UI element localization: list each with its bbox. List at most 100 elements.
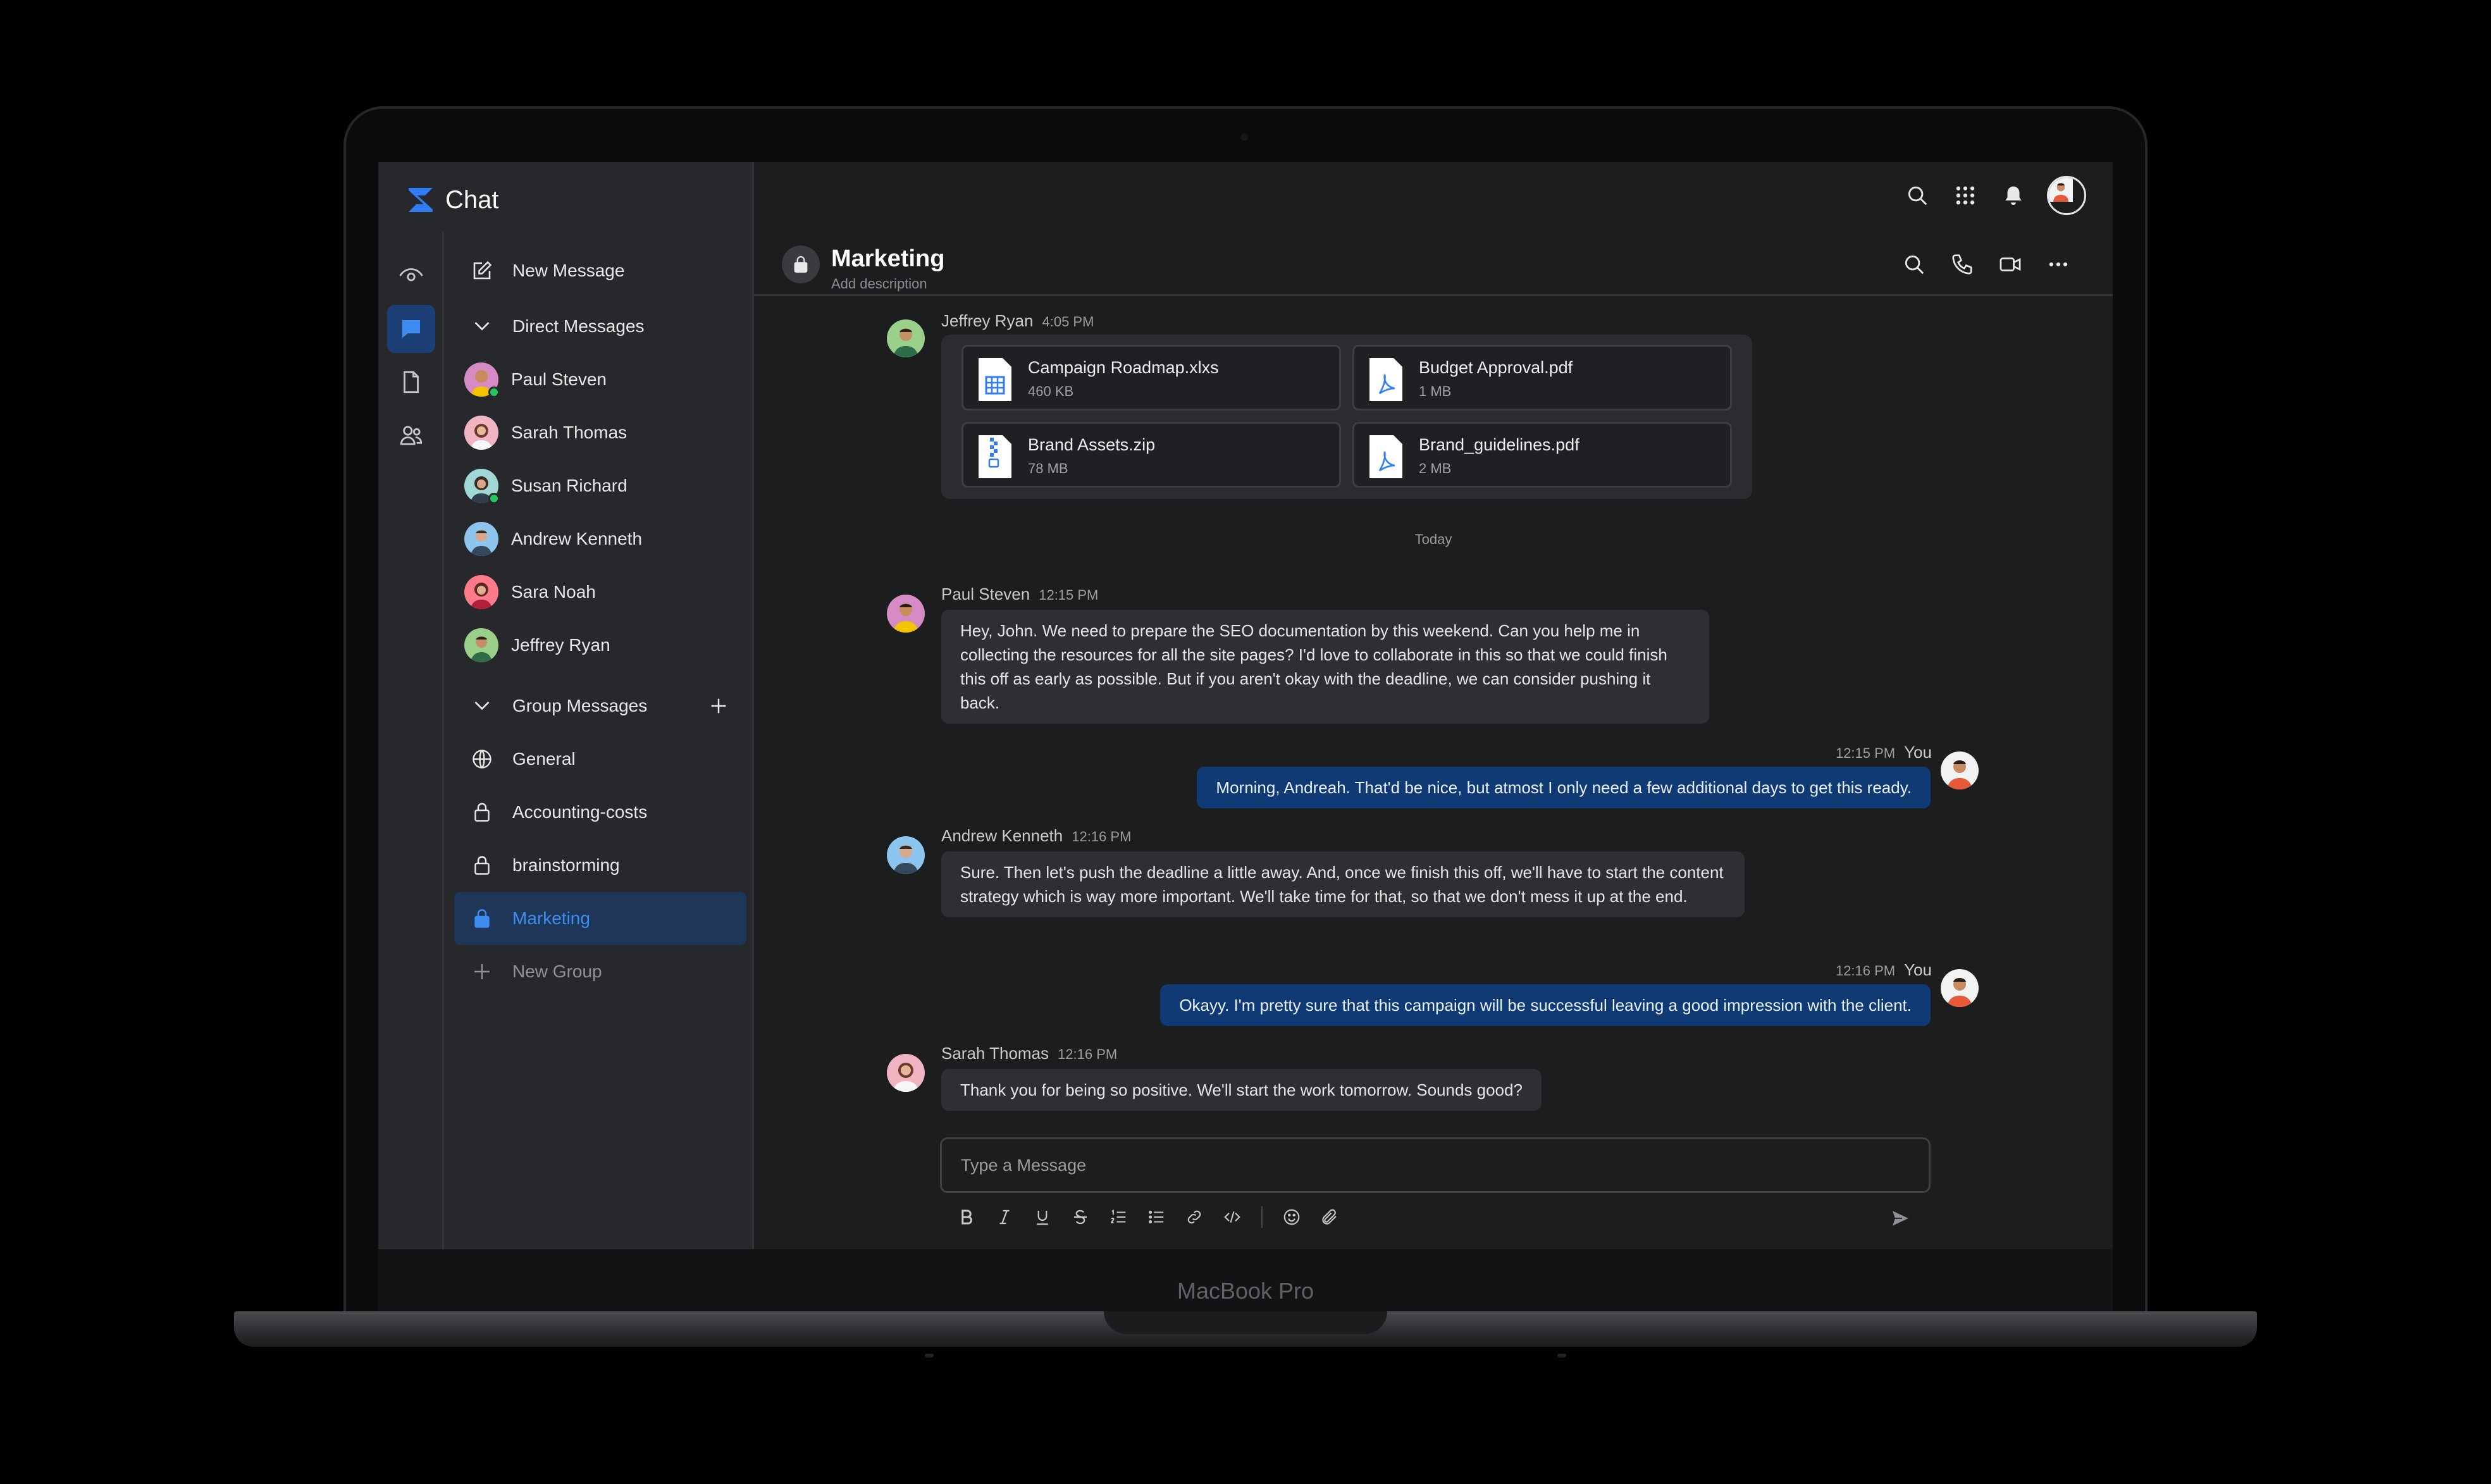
file-size: 2 MB <box>1419 461 1452 476</box>
day-separator: Today <box>1414 531 1452 547</box>
avatar[interactable] <box>887 595 925 633</box>
contact-name: Andrew Kenneth <box>511 529 643 548</box>
zip-file-icon <box>979 435 1011 478</box>
plus-icon <box>474 964 490 979</box>
sidebar: Chat New Message Direct Messages Paul St… <box>378 162 754 1249</box>
compose-icon <box>473 261 492 280</box>
bullet-list-icon <box>1149 1211 1164 1223</box>
new-message-button[interactable]: New Message <box>454 244 746 297</box>
group-name: Marketing <box>512 908 590 928</box>
avatar[interactable] <box>887 1054 925 1092</box>
message-meta: 12:16 PM You <box>1836 960 1932 980</box>
direct-messages-toggle[interactable]: Direct Messages <box>454 300 746 353</box>
attach-button[interactable] <box>1317 1204 1342 1230</box>
strikethrough-button[interactable] <box>1068 1204 1093 1230</box>
sidebar-item-marketing[interactable]: Marketing <box>454 892 746 945</box>
file-icon <box>404 371 419 393</box>
sidebar-item-andrew-kenneth[interactable]: Andrew Kenneth <box>454 512 746 566</box>
sidebar-item-paul-steven[interactable]: Paul Steven <box>454 353 746 406</box>
pdf-file-icon <box>1369 435 1402 478</box>
global-toolbar <box>1903 176 2086 215</box>
channel-search-button[interactable] <box>1900 250 1928 278</box>
message-time: 12:15 PM <box>1835 745 1896 761</box>
laptop-foot <box>1557 1354 1566 1357</box>
file-attachment[interactable]: Campaign Roadmap.xlxs 460 KB <box>961 345 1341 411</box>
sidebar-item-brainstorming[interactable]: brainstorming <box>454 839 746 892</box>
user-avatar-button[interactable] <box>2047 176 2086 215</box>
author-name: Jeffrey Ryan <box>941 311 1034 330</box>
add-group-button[interactable] <box>706 693 731 719</box>
global-search-button[interactable] <box>1903 181 1932 210</box>
file-attachment[interactable]: Brand Assets.zip 78 MB <box>961 422 1341 488</box>
message-time: 12:16 PM <box>1058 1046 1118 1062</box>
author-name: You <box>1904 960 1932 979</box>
rail-contacts-button[interactable] <box>387 411 435 459</box>
notifications-button[interactable] <box>1999 181 2028 210</box>
users-icon <box>400 426 423 445</box>
group-messages-toggle[interactable]: Group Messages <box>454 679 746 733</box>
voice-call-button[interactable] <box>1948 250 1976 278</box>
rail-activity-button[interactable] <box>387 252 435 300</box>
laptop-foot <box>925 1354 934 1357</box>
sidebar-item-accounting-costs[interactable]: Accounting-costs <box>454 786 746 839</box>
search-icon <box>1905 255 1924 275</box>
channel-actions <box>1900 250 2072 278</box>
avatar[interactable] <box>887 319 925 357</box>
sidebar-item-jeffrey-ryan[interactable]: Jeffrey Ryan <box>454 619 746 672</box>
avatar <box>464 628 498 662</box>
sidebar-item-susan-richard[interactable]: Susan Richard <box>454 459 746 512</box>
laptop-notch <box>1104 1311 1387 1334</box>
avatar[interactable] <box>1941 969 1979 1007</box>
avatar[interactable] <box>1941 751 1979 789</box>
contact-name: Sara Noah <box>511 582 596 602</box>
group-name: brainstorming <box>512 855 620 875</box>
sidebar-item-sara-noah[interactable]: Sara Noah <box>454 566 746 619</box>
file-attachment[interactable]: Brand_guidelines.pdf 2 MB <box>1352 422 1732 488</box>
bold-button[interactable] <box>954 1204 979 1230</box>
message-composer <box>940 1137 1931 1193</box>
toolbar-divider <box>1261 1206 1263 1228</box>
link-button[interactable] <box>1182 1204 1207 1230</box>
app-brand[interactable]: Chat <box>406 181 499 219</box>
channel-lock-badge <box>782 245 820 283</box>
emoji-icon <box>1283 1209 1300 1225</box>
chat-bubble-icon <box>402 320 420 338</box>
sidebar-item-sarah-thomas[interactable]: Sarah Thomas <box>454 406 746 459</box>
more-options-button[interactable] <box>2044 250 2072 278</box>
file-name: Campaign Roadmap.xlxs <box>1028 358 1219 377</box>
italic-button[interactable] <box>992 1204 1017 1230</box>
author-name: Andrew Kenneth <box>941 826 1063 845</box>
group-name: General <box>512 749 576 769</box>
pdf-file-icon <box>1369 358 1402 401</box>
search-icon <box>1908 186 1927 206</box>
group-messages-header: Group Messages <box>512 696 648 715</box>
lock-icon <box>474 909 490 928</box>
send-button[interactable] <box>1886 1204 1914 1232</box>
new-group-label: New Group <box>512 962 602 981</box>
apps-grid-button[interactable] <box>1951 181 1980 210</box>
new-message-label: New Message <box>512 261 625 280</box>
underline-button[interactable] <box>1030 1204 1055 1230</box>
lock-icon <box>794 256 808 273</box>
lock-icon <box>474 803 490 822</box>
add-description-link[interactable]: Add description <box>831 276 927 292</box>
video-call-button[interactable] <box>1996 250 2024 278</box>
emoji-button[interactable] <box>1279 1204 1304 1230</box>
bullet-list-button[interactable] <box>1144 1204 1169 1230</box>
online-status-dot <box>488 493 500 504</box>
rail-chat-button[interactable] <box>387 305 435 353</box>
online-status-dot <box>488 386 500 398</box>
ordered-list-button[interactable] <box>1106 1204 1131 1230</box>
message-input[interactable] <box>942 1139 1929 1191</box>
new-group-button[interactable]: New Group <box>454 945 746 998</box>
avatar[interactable] <box>887 836 925 874</box>
message-bubble: Sure. Then let's push the deadline a lit… <box>941 851 1745 917</box>
avatar <box>464 416 498 450</box>
rail-files-button[interactable] <box>387 358 435 406</box>
sidebar-item-general[interactable]: General <box>454 733 746 786</box>
code-button[interactable] <box>1220 1204 1245 1230</box>
file-name: Brand Assets.zip <box>1028 435 1156 454</box>
spreadsheet-file-icon <box>979 358 1011 401</box>
message-time: 12:16 PM <box>1835 963 1896 979</box>
file-attachment[interactable]: Budget Approval.pdf 1 MB <box>1352 345 1732 411</box>
